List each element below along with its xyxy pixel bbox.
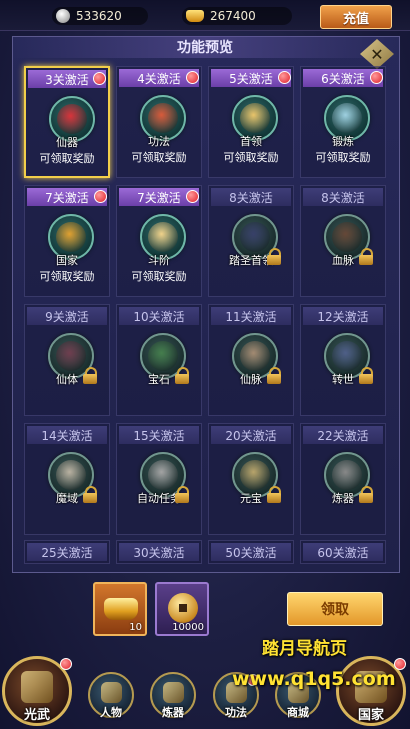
reward-quantity: 10000 [172,622,204,633]
unlock-level-label: 20关激活 [211,426,291,444]
recharge-button[interactable]: 充值 [320,5,392,29]
gold-currency: 267400 [182,7,292,25]
claim-button[interactable]: 领取 [287,592,383,626]
notification-dot [60,658,72,670]
feature-card[interactable]: 9关激活 仙体 [24,304,110,416]
lock-icon [175,486,189,503]
nav-label: 功法 [225,706,247,719]
silver-amount: 533620 [76,9,122,23]
unlock-level-label: 10关激活 [119,307,199,325]
lock-icon [359,248,373,265]
feature-card[interactable]: 25关激活 [24,540,110,564]
feature-card[interactable]: 3关激活 仙器 可领取奖励 [24,66,110,178]
lock-icon [359,367,373,384]
feature-card[interactable]: 11关激活 仙脉 [208,304,294,416]
unlock-level-label: 30关激活 [119,543,199,561]
notification-dot [186,71,199,84]
unlock-level-label: 8关激活 [211,188,291,206]
feature-card[interactable]: 60关激活 [300,540,386,564]
nav-label: 炼器 [162,706,184,719]
helmet-icon [100,681,122,703]
armor-icon [162,681,184,703]
unlock-level-label: 60关激活 [303,543,383,561]
feature-name: 仙器 [56,136,78,149]
feature-name: 国家 [56,254,78,267]
feature-card[interactable]: 50关激活 [208,540,294,564]
feature-name: 首领 [240,135,262,148]
unlock-level-label: 14关激活 [27,426,107,444]
lock-icon [359,486,373,503]
nav-label: 国家 [357,708,384,723]
reward-copper-coin[interactable]: 10000 [155,582,209,636]
claimable-reward-text: 可领取奖励 [39,152,95,165]
unlock-level-label: 50关激活 [211,543,291,561]
top-bar: 533620 267400 充值 [0,0,410,31]
lock-icon [267,486,281,503]
feature-name: 功法 [148,135,170,148]
feature-card[interactable]: 7关激活 斗阶 可领取奖励 [116,185,202,297]
nav-label: 商城 [287,706,309,719]
feature-card[interactable]: 15关激活 自动任务 [116,423,202,535]
claimable-reward-text: 可领取奖励 [39,270,95,283]
feature-card[interactable]: 4关激活 功法 可领取奖励 [116,66,202,178]
unlock-level-label: 22关激活 [303,426,383,444]
lock-icon [83,486,97,503]
claimable-reward-text: 可领取奖励 [223,151,279,164]
notification-dot [93,72,106,85]
nav-label: 光武 [23,708,50,723]
lock-icon [175,367,189,384]
copper-coin-icon [168,593,198,623]
feature-card[interactable]: 8关激活 血脉 [300,185,386,297]
gold-ingot-icon [186,10,204,22]
nav-label: 人物 [100,706,122,719]
close-icon: ✕ [370,44,384,64]
panel-title: 功能预览 [12,36,398,58]
unlock-level-label: 8关激活 [303,188,383,206]
gold-ingot-icon [104,598,138,620]
silver-currency: 533620 [52,7,148,25]
feature-card[interactable]: 14关激活 魔域 [24,423,110,535]
lock-icon [267,248,281,265]
feature-card[interactable]: 10关激活 宝石 [116,304,202,416]
feature-card[interactable]: 8关激活 踏圣首领 [208,185,294,297]
claimable-reward-text: 可领取奖励 [131,270,187,283]
reward-quantity: 10 [129,622,142,633]
lock-icon [267,367,281,384]
lock-icon [83,367,97,384]
feature-card[interactable]: 30关激活 [116,540,202,564]
notification-dot [94,190,107,203]
feature-card[interactable]: 12关激活 转世 [300,304,386,416]
feature-card[interactable]: 22关激活 炼器 [300,423,386,535]
silver-coin-icon [56,9,70,23]
watermark-url: www.q1q5.com [232,668,396,690]
sword-emblem-icon [21,670,53,703]
unlock-level-label: 12关激活 [303,307,383,325]
feature-name: 锻炼 [332,135,354,148]
feature-card[interactable]: 6关激活 锻炼 可领取奖励 [300,66,386,178]
claimable-reward-text: 可领取奖励 [131,151,187,164]
gold-amount: 267400 [210,9,256,23]
feature-card[interactable]: 5关激活 首领 可领取奖励 [208,66,294,178]
feature-card[interactable]: 7关激活 国家 可领取奖励 [24,185,110,297]
unlock-level-label: 25关激活 [27,543,107,561]
feature-name: 斗阶 [148,254,170,267]
unlock-level-label: 15关激活 [119,426,199,444]
feature-card[interactable]: 20关激活 元宝 [208,423,294,535]
notification-dot [186,190,199,203]
notification-dot [278,71,291,84]
notification-dot [370,71,383,84]
reward-gold-ingot[interactable]: 10 [93,582,147,636]
claimable-reward-text: 可领取奖励 [315,151,371,164]
unlock-level-label: 11关激活 [211,307,291,325]
unlock-level-label: 9关激活 [27,307,107,325]
watermark-title: 踏月导航页 [262,639,347,659]
